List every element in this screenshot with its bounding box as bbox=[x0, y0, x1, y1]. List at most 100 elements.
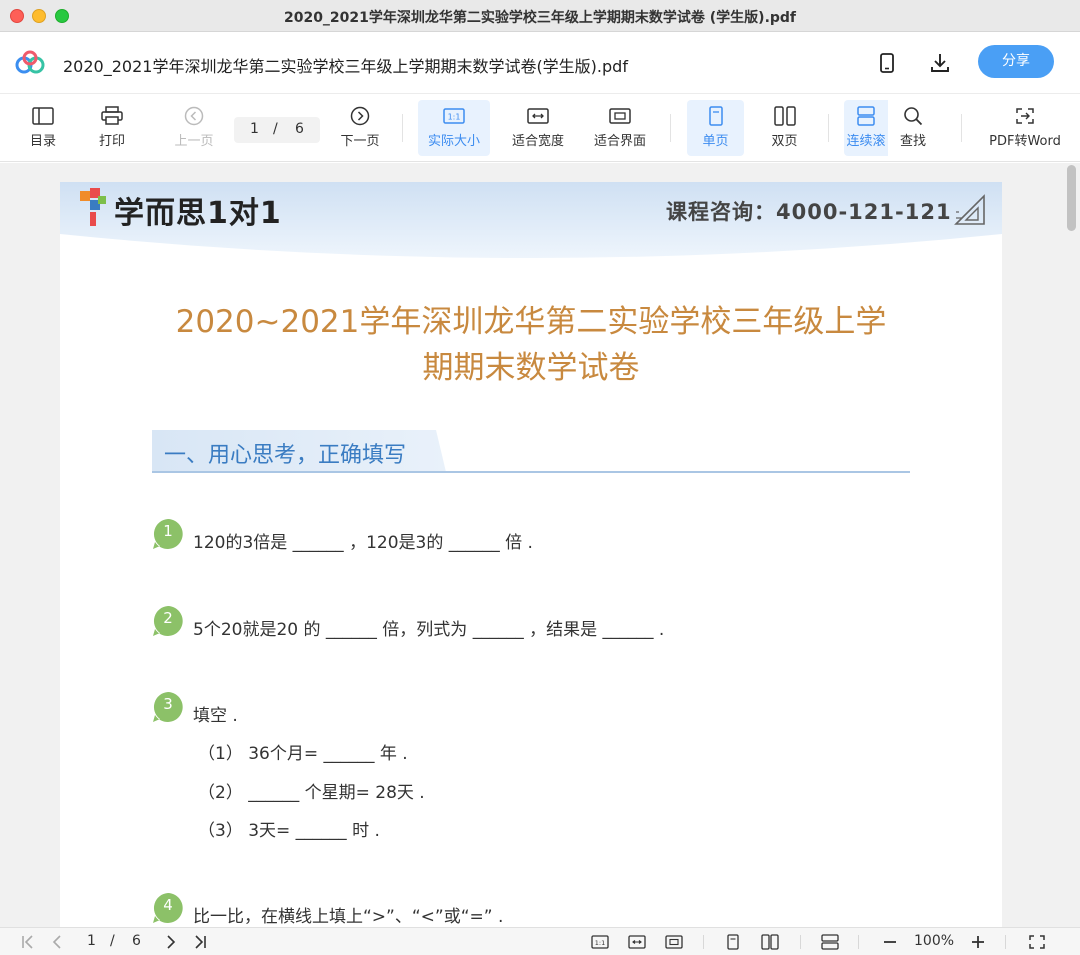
question-number-text: 1 bbox=[163, 522, 173, 540]
fit-page-button[interactable]: 适合界面 bbox=[587, 100, 653, 156]
continuous-scroll-label: 连续滚 bbox=[846, 134, 886, 149]
search-label: 查找 bbox=[899, 134, 926, 149]
pdf-toolbar: 目录 打印 上一页 1 / 6 下一页 1:1 实际大小 适合宽度 适合界面 单… bbox=[0, 94, 1080, 162]
first-page-icon[interactable] bbox=[20, 934, 38, 950]
question-number-1: 1 bbox=[152, 518, 186, 550]
status-divider bbox=[800, 935, 801, 949]
svg-text:1:1: 1:1 bbox=[595, 939, 605, 947]
single-page-icon[interactable] bbox=[724, 934, 742, 950]
pdf-to-word-button[interactable]: PDF转Word bbox=[982, 100, 1068, 156]
fit-width-icon[interactable] bbox=[628, 934, 646, 950]
vertical-scrollbar[interactable] bbox=[1067, 165, 1076, 231]
status-page-separator: / bbox=[110, 933, 115, 949]
fullscreen-icon[interactable] bbox=[1028, 934, 1046, 950]
brand-name: 学而思1对1 bbox=[114, 196, 282, 231]
phone-icon[interactable] bbox=[875, 51, 899, 75]
question-3-text: 填空 . bbox=[193, 706, 238, 726]
single-page-icon bbox=[708, 106, 723, 126]
toolbar-divider bbox=[961, 114, 962, 142]
status-divider bbox=[858, 935, 859, 949]
question-number-2: 2 bbox=[152, 605, 186, 637]
toolbar-divider bbox=[402, 114, 403, 142]
double-page-button[interactable]: 双页 bbox=[756, 100, 813, 156]
actual-size-label: 实际大小 bbox=[427, 134, 480, 149]
prev-page-label: 上一页 bbox=[174, 134, 214, 149]
question-number-3: 3 bbox=[152, 691, 186, 723]
fit-width-button[interactable]: 适合宽度 bbox=[505, 100, 571, 156]
toolbar-divider bbox=[828, 114, 829, 142]
print-label: 打印 bbox=[98, 134, 125, 149]
last-page-icon[interactable] bbox=[191, 934, 209, 950]
question-3-sub-2: （2） ______ 个星期= 28天 . bbox=[198, 783, 425, 803]
toc-button[interactable]: 目录 bbox=[20, 100, 66, 156]
circle-chevron-left-icon bbox=[184, 106, 204, 126]
question-2-text: 5个20就是20 的 ______ 倍，列式为 ______ ，结果是 ____… bbox=[193, 620, 665, 640]
fit-page-label: 适合界面 bbox=[593, 134, 646, 149]
double-page-icon[interactable] bbox=[761, 934, 779, 950]
question-number-4: 4 bbox=[152, 892, 186, 924]
convert-icon bbox=[1016, 108, 1034, 124]
window-titlebar: 2020_2021学年深圳龙华第二实验学校三年级上学期期末数学试卷 (学生版).… bbox=[0, 0, 1080, 32]
prev-page-icon[interactable] bbox=[49, 934, 67, 950]
exam-title-line-1: 2020~2021学年深圳龙华第二实验学校三年级上学 bbox=[175, 304, 887, 340]
fit-page-icon bbox=[609, 108, 631, 124]
section-header: 一、用心思考，正确填写 bbox=[152, 430, 910, 474]
fit-width-icon bbox=[527, 108, 549, 124]
fit-width-label: 适合宽度 bbox=[511, 134, 564, 149]
circle-chevron-right-icon bbox=[350, 106, 370, 126]
share-button[interactable]: 分享 bbox=[978, 45, 1054, 78]
document-title: 2020_2021学年深圳龙华第二实验学校三年级上学期期末数学试卷(学生版).p… bbox=[63, 57, 628, 76]
next-page-icon[interactable] bbox=[162, 934, 180, 950]
question-number-text: 3 bbox=[163, 695, 173, 713]
download-icon[interactable] bbox=[928, 51, 952, 75]
status-divider bbox=[703, 935, 704, 949]
print-button[interactable]: 打印 bbox=[89, 100, 135, 156]
next-page-label: 下一页 bbox=[340, 134, 380, 149]
window-title: 2020_2021学年深圳龙华第二实验学校三年级上学期期末数学试卷 (学生版).… bbox=[283, 10, 797, 26]
question-3-sub-3: （3） 3天= ______ 时 . bbox=[198, 821, 380, 841]
question-3-sub-1: （1） 36个月= ______ 年 . bbox=[198, 744, 408, 764]
single-page-label: 单页 bbox=[702, 134, 729, 149]
continuous-scroll-button[interactable]: 连续滚 bbox=[844, 100, 888, 156]
status-divider bbox=[1005, 935, 1006, 949]
question-1-text: 120的3倍是 ______ ，120是3的 ______ 倍 . bbox=[193, 533, 533, 553]
search-button[interactable]: 查找 bbox=[890, 100, 936, 156]
status-bar: 1 / 6 1:1 100% bbox=[0, 927, 1080, 955]
continuous-scroll-icon[interactable] bbox=[821, 934, 839, 950]
status-total-pages: 6 bbox=[132, 933, 141, 949]
app-logo-icon bbox=[15, 50, 45, 74]
toc-label: 目录 bbox=[29, 134, 56, 149]
question-number-text: 4 bbox=[163, 896, 173, 914]
continuous-scroll-icon bbox=[857, 106, 875, 126]
fit-page-icon[interactable] bbox=[665, 934, 683, 950]
next-page-button[interactable]: 下一页 bbox=[333, 100, 387, 156]
ruler-icon bbox=[954, 194, 985, 225]
toolbar-divider bbox=[670, 114, 671, 142]
actual-size-button[interactable]: 1:1 实际大小 bbox=[418, 100, 490, 156]
zoom-level[interactable]: 100% bbox=[914, 933, 954, 949]
actual-size-icon[interactable]: 1:1 bbox=[591, 934, 609, 950]
document-viewer[interactable]: 学而思1对1 课程咨询：4000-121-121 2020~2021学年深圳龙华… bbox=[0, 163, 1080, 927]
printer-icon bbox=[101, 106, 123, 125]
course-consult-phone: 课程咨询：4000-121-121 bbox=[666, 200, 952, 224]
double-page-label: 双页 bbox=[771, 134, 798, 149]
actual-size-icon: 1:1 bbox=[443, 108, 465, 124]
question-4-text: 比一比，在横线上填上“>”、“<”或“=” . bbox=[193, 907, 504, 927]
brand-logo-icon bbox=[80, 188, 106, 226]
pdf-to-word-label: PDF转Word bbox=[989, 134, 1061, 149]
current-page-input[interactable]: 1 bbox=[250, 121, 259, 137]
search-icon bbox=[904, 107, 923, 126]
prev-page-button[interactable]: 上一页 bbox=[167, 100, 221, 156]
zoom-out-icon[interactable] bbox=[881, 934, 899, 950]
exam-title-line-2: 期期末数学试卷 bbox=[422, 350, 640, 386]
page-separator: / bbox=[273, 121, 278, 137]
total-pages: 6 bbox=[295, 121, 304, 137]
app-header: 2020_2021学年深圳龙华第二实验学校三年级上学期期末数学试卷(学生版).p… bbox=[0, 32, 1080, 94]
svg-text:1:1: 1:1 bbox=[448, 113, 461, 122]
status-current-page[interactable]: 1 bbox=[87, 933, 96, 949]
single-page-button[interactable]: 单页 bbox=[687, 100, 744, 156]
section-title: 一、用心思考，正确填写 bbox=[164, 443, 407, 468]
zoom-in-icon[interactable] bbox=[969, 934, 987, 950]
double-page-icon bbox=[773, 106, 796, 126]
page-number-box[interactable]: 1 / 6 bbox=[234, 117, 320, 143]
